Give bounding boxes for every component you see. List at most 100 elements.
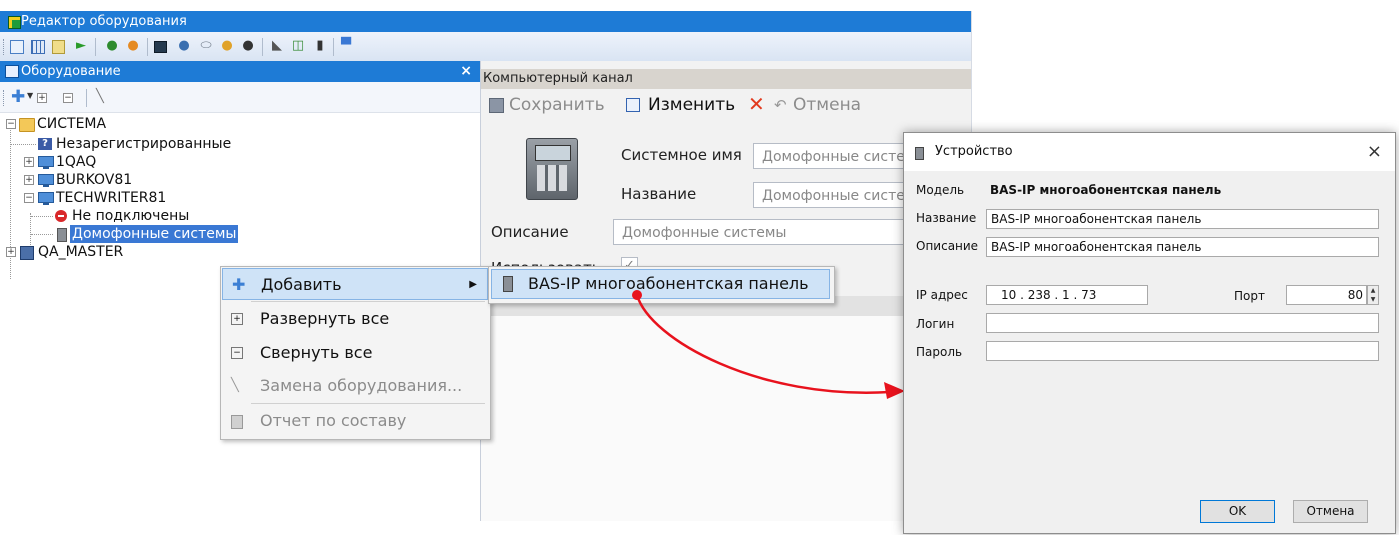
- expand-all-icon[interactable]: +: [37, 93, 47, 103]
- toolbar-separator: [86, 89, 87, 107]
- computer-icon: [38, 174, 54, 187]
- ip-address-field[interactable]: 10 . 238 . 1 . 73: [986, 285, 1148, 305]
- flag-icon[interactable]: ►: [73, 38, 89, 54]
- submenu-arrow-icon: ▶: [469, 279, 477, 290]
- notes-icon[interactable]: [52, 40, 65, 54]
- group-icon[interactable]: ●: [125, 38, 141, 54]
- collapse-icon[interactable]: −: [6, 119, 16, 129]
- intercom-icon: [915, 147, 924, 160]
- menu-item-label: Отчет по составу: [260, 411, 407, 430]
- context-menu: ✚ Добавить ▶ + Развернуть все − Свернуть…: [220, 266, 491, 440]
- main-toolbar: ► ● ● ● ⬭ ● ● ◣ ◫ ▮ ▀: [0, 32, 971, 62]
- name-label: Название: [621, 185, 697, 203]
- equipment-icon: [5, 65, 19, 78]
- expand-icon[interactable]: +: [24, 157, 34, 167]
- dialog-titlebar: Устройство ×: [904, 133, 1395, 171]
- model-label: Модель: [916, 183, 965, 197]
- dialog-name-field[interactable]: BAS-IP многоабонентская панель: [986, 209, 1379, 229]
- monitor-icon[interactable]: [154, 41, 167, 53]
- collapse-all-icon: −: [231, 347, 243, 359]
- window-title: Редактор оборудования: [21, 14, 187, 29]
- toolbar-separator: [147, 38, 148, 56]
- save-button[interactable]: Сохранить: [509, 90, 605, 120]
- table-icon[interactable]: [10, 40, 24, 54]
- dropdown-arrow-icon[interactable]: ▼: [27, 91, 33, 100]
- drive-icon[interactable]: ⬭: [198, 38, 214, 54]
- equipment-panel-header: Оборудование ×: [0, 61, 480, 82]
- edit-icon: [626, 98, 640, 112]
- tool-icon[interactable]: ◣: [269, 38, 285, 54]
- dialog-description-field[interactable]: BAS-IP многоабонентская панель: [986, 237, 1379, 257]
- tree-node-label: TECHWRITER81: [56, 190, 167, 206]
- person-dark-icon[interactable]: ●: [240, 38, 256, 54]
- menu-item-add[interactable]: ✚ Добавить ▶: [222, 268, 488, 300]
- description-label: Описание: [491, 223, 569, 241]
- menu-separator: [251, 301, 485, 302]
- submenu-item-label: BAS-IP многоабонентская панель: [528, 274, 809, 293]
- dialog-close-button[interactable]: ×: [1367, 133, 1382, 171]
- menu-separator: [251, 403, 485, 404]
- computer-icon: [38, 192, 54, 205]
- toolbar-separator: [333, 38, 334, 56]
- toolbar-grip[interactable]: [3, 39, 6, 55]
- collapse-icon[interactable]: −: [24, 193, 34, 203]
- menu-item-replace-equipment[interactable]: ╲ Замена оборудования...: [222, 370, 488, 402]
- channel-panel-header: Компьютерный канал: [481, 69, 971, 89]
- port-field[interactable]: 80: [1286, 285, 1367, 305]
- menu-item-collapse-all[interactable]: − Свернуть все: [222, 337, 488, 369]
- equipment-toolbar: ✚ ▼ + − ╲: [0, 82, 480, 113]
- add-submenu: BAS-IP многоабонентская панель: [488, 266, 835, 304]
- dialog-cancel-button[interactable]: Отмена: [1293, 500, 1368, 523]
- add-icon: ✚: [232, 275, 246, 294]
- login-field[interactable]: [986, 313, 1379, 333]
- grid-icon[interactable]: [31, 40, 45, 54]
- submenu-item-bas-ip-panel[interactable]: BAS-IP многоабонентская панель: [491, 269, 830, 299]
- collapse-all-icon[interactable]: −: [63, 93, 73, 103]
- replace-icon[interactable]: ╲: [96, 89, 104, 104]
- port-spinner[interactable]: ▲ ▼: [1367, 285, 1379, 305]
- toolbar-separator: [262, 38, 263, 56]
- expand-icon[interactable]: +: [6, 247, 16, 257]
- tree-node-label: Не подключены: [72, 208, 190, 224]
- folder-icon: [19, 118, 35, 132]
- cancel-button[interactable]: Отмена: [793, 90, 861, 120]
- window-titlebar: Редактор оборудования: [0, 11, 971, 32]
- device-dialog: Устройство × Модель BAS-IP многоабонентс…: [903, 132, 1396, 534]
- expand-icon[interactable]: +: [24, 175, 34, 185]
- close-panel-button[interactable]: ×: [460, 61, 472, 82]
- menu-item-expand-all[interactable]: + Развернуть все: [222, 303, 488, 335]
- user-icon[interactable]: ●: [104, 38, 120, 54]
- replace-icon: ╲: [231, 378, 239, 393]
- ok-button[interactable]: OK: [1200, 500, 1275, 523]
- edit-button[interactable]: Изменить: [648, 90, 735, 120]
- menu-item-label: Развернуть все: [260, 309, 390, 328]
- tree-node-label: СИСТЕМА: [37, 116, 107, 132]
- channel-toolbar: Сохранить Изменить ✕ ↶ Отмена: [481, 90, 971, 120]
- computer-icon: [38, 156, 54, 169]
- dialog-name-label: Название: [916, 211, 977, 225]
- tree-node-label: BURKOV81: [56, 172, 133, 188]
- person-icon[interactable]: ●: [219, 38, 235, 54]
- toolbar-grip[interactable]: [3, 90, 6, 106]
- menu-item-composition-report[interactable]: Отчет по составу: [222, 405, 488, 437]
- computer-icon[interactable]: ▀: [338, 38, 354, 54]
- phone-icon[interactable]: ▮: [312, 38, 328, 54]
- tree-line: [31, 216, 53, 217]
- tree-node-label: Домофонные системы: [70, 225, 239, 243]
- tree-node-label: 1QAQ: [56, 154, 97, 170]
- intercom-device-image: [526, 138, 578, 200]
- model-value: BAS-IP многоабонентская панель: [990, 183, 1222, 197]
- add-icon[interactable]: ✚: [11, 87, 25, 107]
- tree-line: [11, 144, 36, 145]
- save-icon: [489, 98, 504, 113]
- channel-panel-body: [481, 316, 971, 521]
- server-icon: [20, 246, 34, 260]
- card-icon[interactable]: ◫: [290, 38, 306, 54]
- menu-item-label: Свернуть все: [260, 343, 373, 362]
- equipment-editor-icon: [8, 16, 21, 29]
- tree-node-label: QA_MASTER: [38, 244, 124, 260]
- password-field[interactable]: [986, 341, 1379, 361]
- ip-label: IP адрес: [916, 288, 968, 302]
- device-screen: [535, 145, 571, 161]
- users-icon[interactable]: ●: [176, 38, 192, 54]
